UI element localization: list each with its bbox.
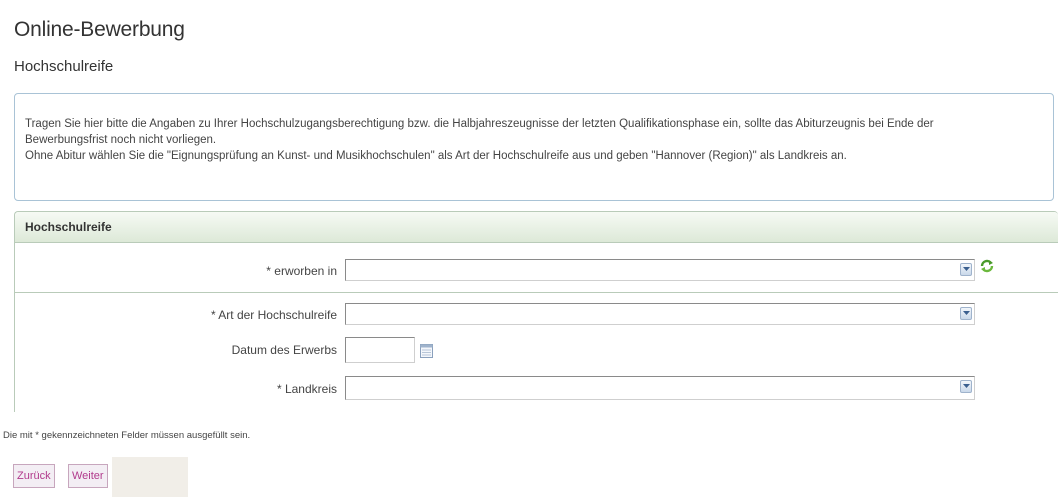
hochschulreife-form: Hochschulreife * erworben in * Art der H…: [14, 211, 1058, 412]
form-header: Hochschulreife: [15, 212, 1058, 243]
row-divider: [15, 292, 1058, 293]
back-button[interactable]: Zurück: [13, 464, 55, 488]
datum-input[interactable]: [345, 337, 415, 363]
erworben-in-label: * erworben in: [266, 264, 337, 278]
info-box: Tragen Sie hier bitte die Angaben zu Ihr…: [14, 93, 1054, 201]
chevron-down-icon[interactable]: [960, 263, 972, 276]
next-button[interactable]: Weiter: [68, 464, 108, 488]
page-title: Online-Bewerbung: [14, 18, 185, 41]
calendar-icon[interactable]: [420, 344, 433, 358]
art-hochschulreife-select[interactable]: [345, 303, 975, 325]
landkreis-label: * Landkreis: [276, 382, 337, 396]
art-hochschulreife-label: * Art der Hochschulreife: [210, 308, 337, 322]
chevron-down-icon[interactable]: [960, 307, 972, 320]
form-header-title: Hochschulreife: [25, 220, 112, 234]
refresh-icon[interactable]: [979, 258, 995, 274]
landkreis-select[interactable]: [345, 376, 975, 400]
datum-label: Datum des Erwerbs: [231, 343, 337, 357]
required-fields-note: Die mit * gekennzeichneten Felder müssen…: [3, 430, 251, 441]
erworben-in-select[interactable]: [345, 259, 975, 281]
info-text: Tragen Sie hier bitte die Angaben zu Ihr…: [25, 116, 1023, 164]
button-area-background: [112, 457, 188, 497]
chevron-down-icon[interactable]: [960, 380, 972, 393]
info-line-1: Tragen Sie hier bitte die Angaben zu Ihr…: [25, 118, 934, 130]
info-line-3: Ohne Abitur wählen Sie die "Eignungsprüf…: [25, 150, 847, 162]
info-line-2: Bewerbungsfrist noch nicht vorliegen.: [25, 134, 217, 146]
section-subtitle: Hochschulreife: [14, 58, 114, 75]
